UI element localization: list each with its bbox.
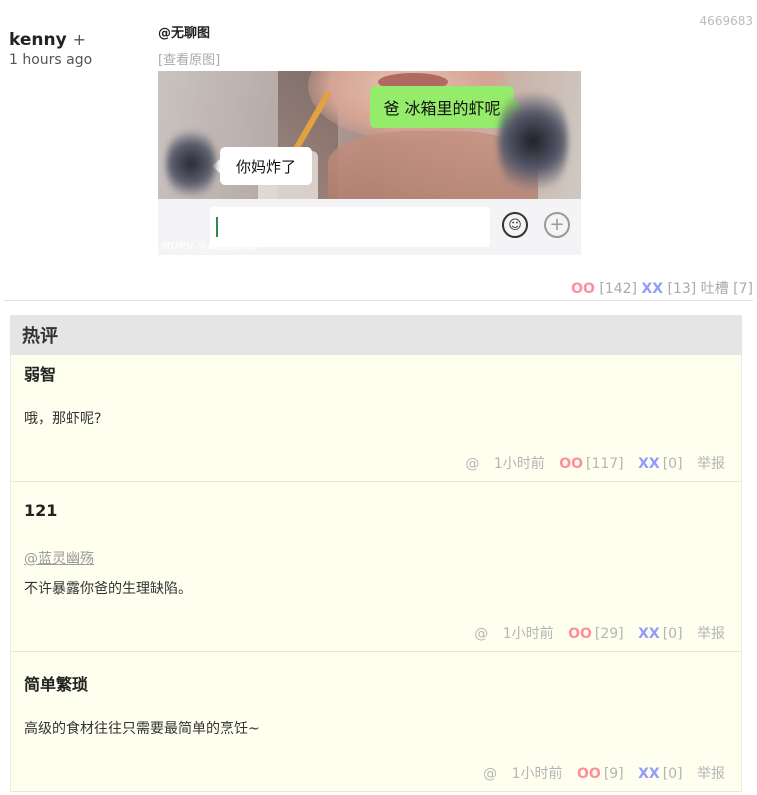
comment-author: 简单繁琐 bbox=[24, 675, 89, 694]
comment-xx-count: [0] bbox=[662, 766, 683, 782]
comment-item: 弱智 哦，那虾呢? @ 1小时前 OO [117] XX [0] 举报 bbox=[10, 355, 742, 482]
hot-comments-title: 热评 bbox=[10, 315, 742, 355]
report-button[interactable]: 举报 bbox=[697, 766, 725, 782]
plus-icon: + bbox=[544, 212, 570, 238]
comment-xx-count: [0] bbox=[662, 626, 683, 642]
censor-blur-right bbox=[498, 81, 568, 201]
post-xx-count: [13] bbox=[667, 281, 697, 297]
divider bbox=[4, 300, 753, 301]
comment-author: 弱智 bbox=[24, 365, 57, 384]
hot-comments: 热评 弱智 哦，那虾呢? @ 1小时前 OO [117] XX [0] 举报 121… bbox=[10, 315, 742, 792]
comment-text: 高级的食材往往只需要最简单的烹饪~ bbox=[24, 721, 260, 737]
follow-button[interactable]: + bbox=[73, 30, 86, 49]
comment-oo-button[interactable]: OO bbox=[577, 766, 601, 782]
chat-bubble-green: 爸 冰箱里的虾呢 bbox=[370, 86, 522, 128]
comment-meta: @ 1小时前 OO [29] XX [0] 举报 bbox=[474, 623, 725, 643]
comment-time: 1小时前 bbox=[511, 766, 563, 782]
comment-oo-count: [29] bbox=[594, 626, 624, 642]
censor-blur-left bbox=[166, 126, 216, 201]
comment-meta: @ 1小时前 OO [117] XX [0] 举报 bbox=[465, 453, 725, 473]
comment-item: 121 @蓝灵幽殇 不许暴露你爸的生理缺陷。 @ 1小时前 OO [29] XX[… bbox=[10, 482, 742, 652]
author-block: kenny + 1 hours ago bbox=[9, 30, 149, 68]
post-id: 4669683 bbox=[699, 14, 753, 28]
image-watermark: HUPU @缺脑接帅哥 bbox=[162, 241, 258, 252]
comment-oo-count: [9] bbox=[603, 766, 624, 782]
comment-text: 不许暴露你爸的生理缺陷。 bbox=[24, 581, 192, 597]
report-button[interactable]: 举报 bbox=[697, 456, 725, 472]
text-cursor bbox=[216, 217, 218, 237]
post-xx-button[interactable]: XX bbox=[641, 281, 663, 297]
comment-text: 哦，那虾呢? bbox=[24, 411, 102, 427]
report-button[interactable]: 举报 bbox=[697, 626, 725, 642]
comment-author: 121 bbox=[24, 501, 58, 520]
post-oo-count: [142] bbox=[599, 281, 637, 297]
post: 4669683 kenny + 1 hours ago @无聊图 [查看原图] … bbox=[0, 0, 757, 300]
comment-item: 简单繁琐 高级的食材往往只需要最简单的烹饪~ @ 1小时前 OO [9] XX [0… bbox=[10, 652, 742, 792]
post-content: @无聊图 [查看原图] bbox=[158, 22, 220, 68]
post-time: 1 hours ago bbox=[9, 52, 93, 68]
comment-xx-button[interactable]: XX bbox=[638, 456, 660, 472]
source-tag: @无聊图 bbox=[158, 26, 211, 41]
comment-time: 1小时前 bbox=[493, 456, 545, 472]
comment-time: 1小时前 bbox=[502, 626, 554, 642]
author-name: kenny bbox=[9, 30, 67, 50]
post-oo-button[interactable]: OO bbox=[571, 281, 595, 297]
comment-meta: @ 1小时前 OO [9] XX [0] 举报 bbox=[483, 763, 725, 783]
comment-oo-button[interactable]: OO bbox=[559, 456, 583, 472]
comment-oo-button[interactable]: OO bbox=[568, 626, 592, 642]
comment-xx-count: [0] bbox=[662, 456, 683, 472]
view-original-link[interactable]: [查看原图] bbox=[158, 49, 220, 68]
comment-mention-link[interactable]: @蓝灵幽殇 bbox=[24, 548, 94, 568]
reply-at-button[interactable]: @ bbox=[465, 456, 479, 472]
reply-at-button[interactable]: @ bbox=[483, 766, 497, 782]
comment-oo-count: [117] bbox=[586, 456, 624, 472]
reply-at-button[interactable]: @ bbox=[474, 626, 488, 642]
tucao-count: [7] bbox=[733, 281, 753, 297]
tucao-button[interactable]: 吐槽 bbox=[701, 281, 729, 297]
chat-bubble-white: 你妈炸了 bbox=[212, 147, 312, 185]
comment-xx-button[interactable]: XX bbox=[638, 626, 660, 642]
emoji-icon: ☺ bbox=[502, 212, 528, 238]
comment-xx-button[interactable]: XX bbox=[638, 766, 660, 782]
post-image[interactable]: 爸 冰箱里的虾呢 你妈炸了 ☺ + HUPU @缺脑接帅哥 bbox=[158, 71, 581, 255]
post-vote-bar: OO [142] XX [13] 吐槽 [7] bbox=[571, 278, 753, 298]
